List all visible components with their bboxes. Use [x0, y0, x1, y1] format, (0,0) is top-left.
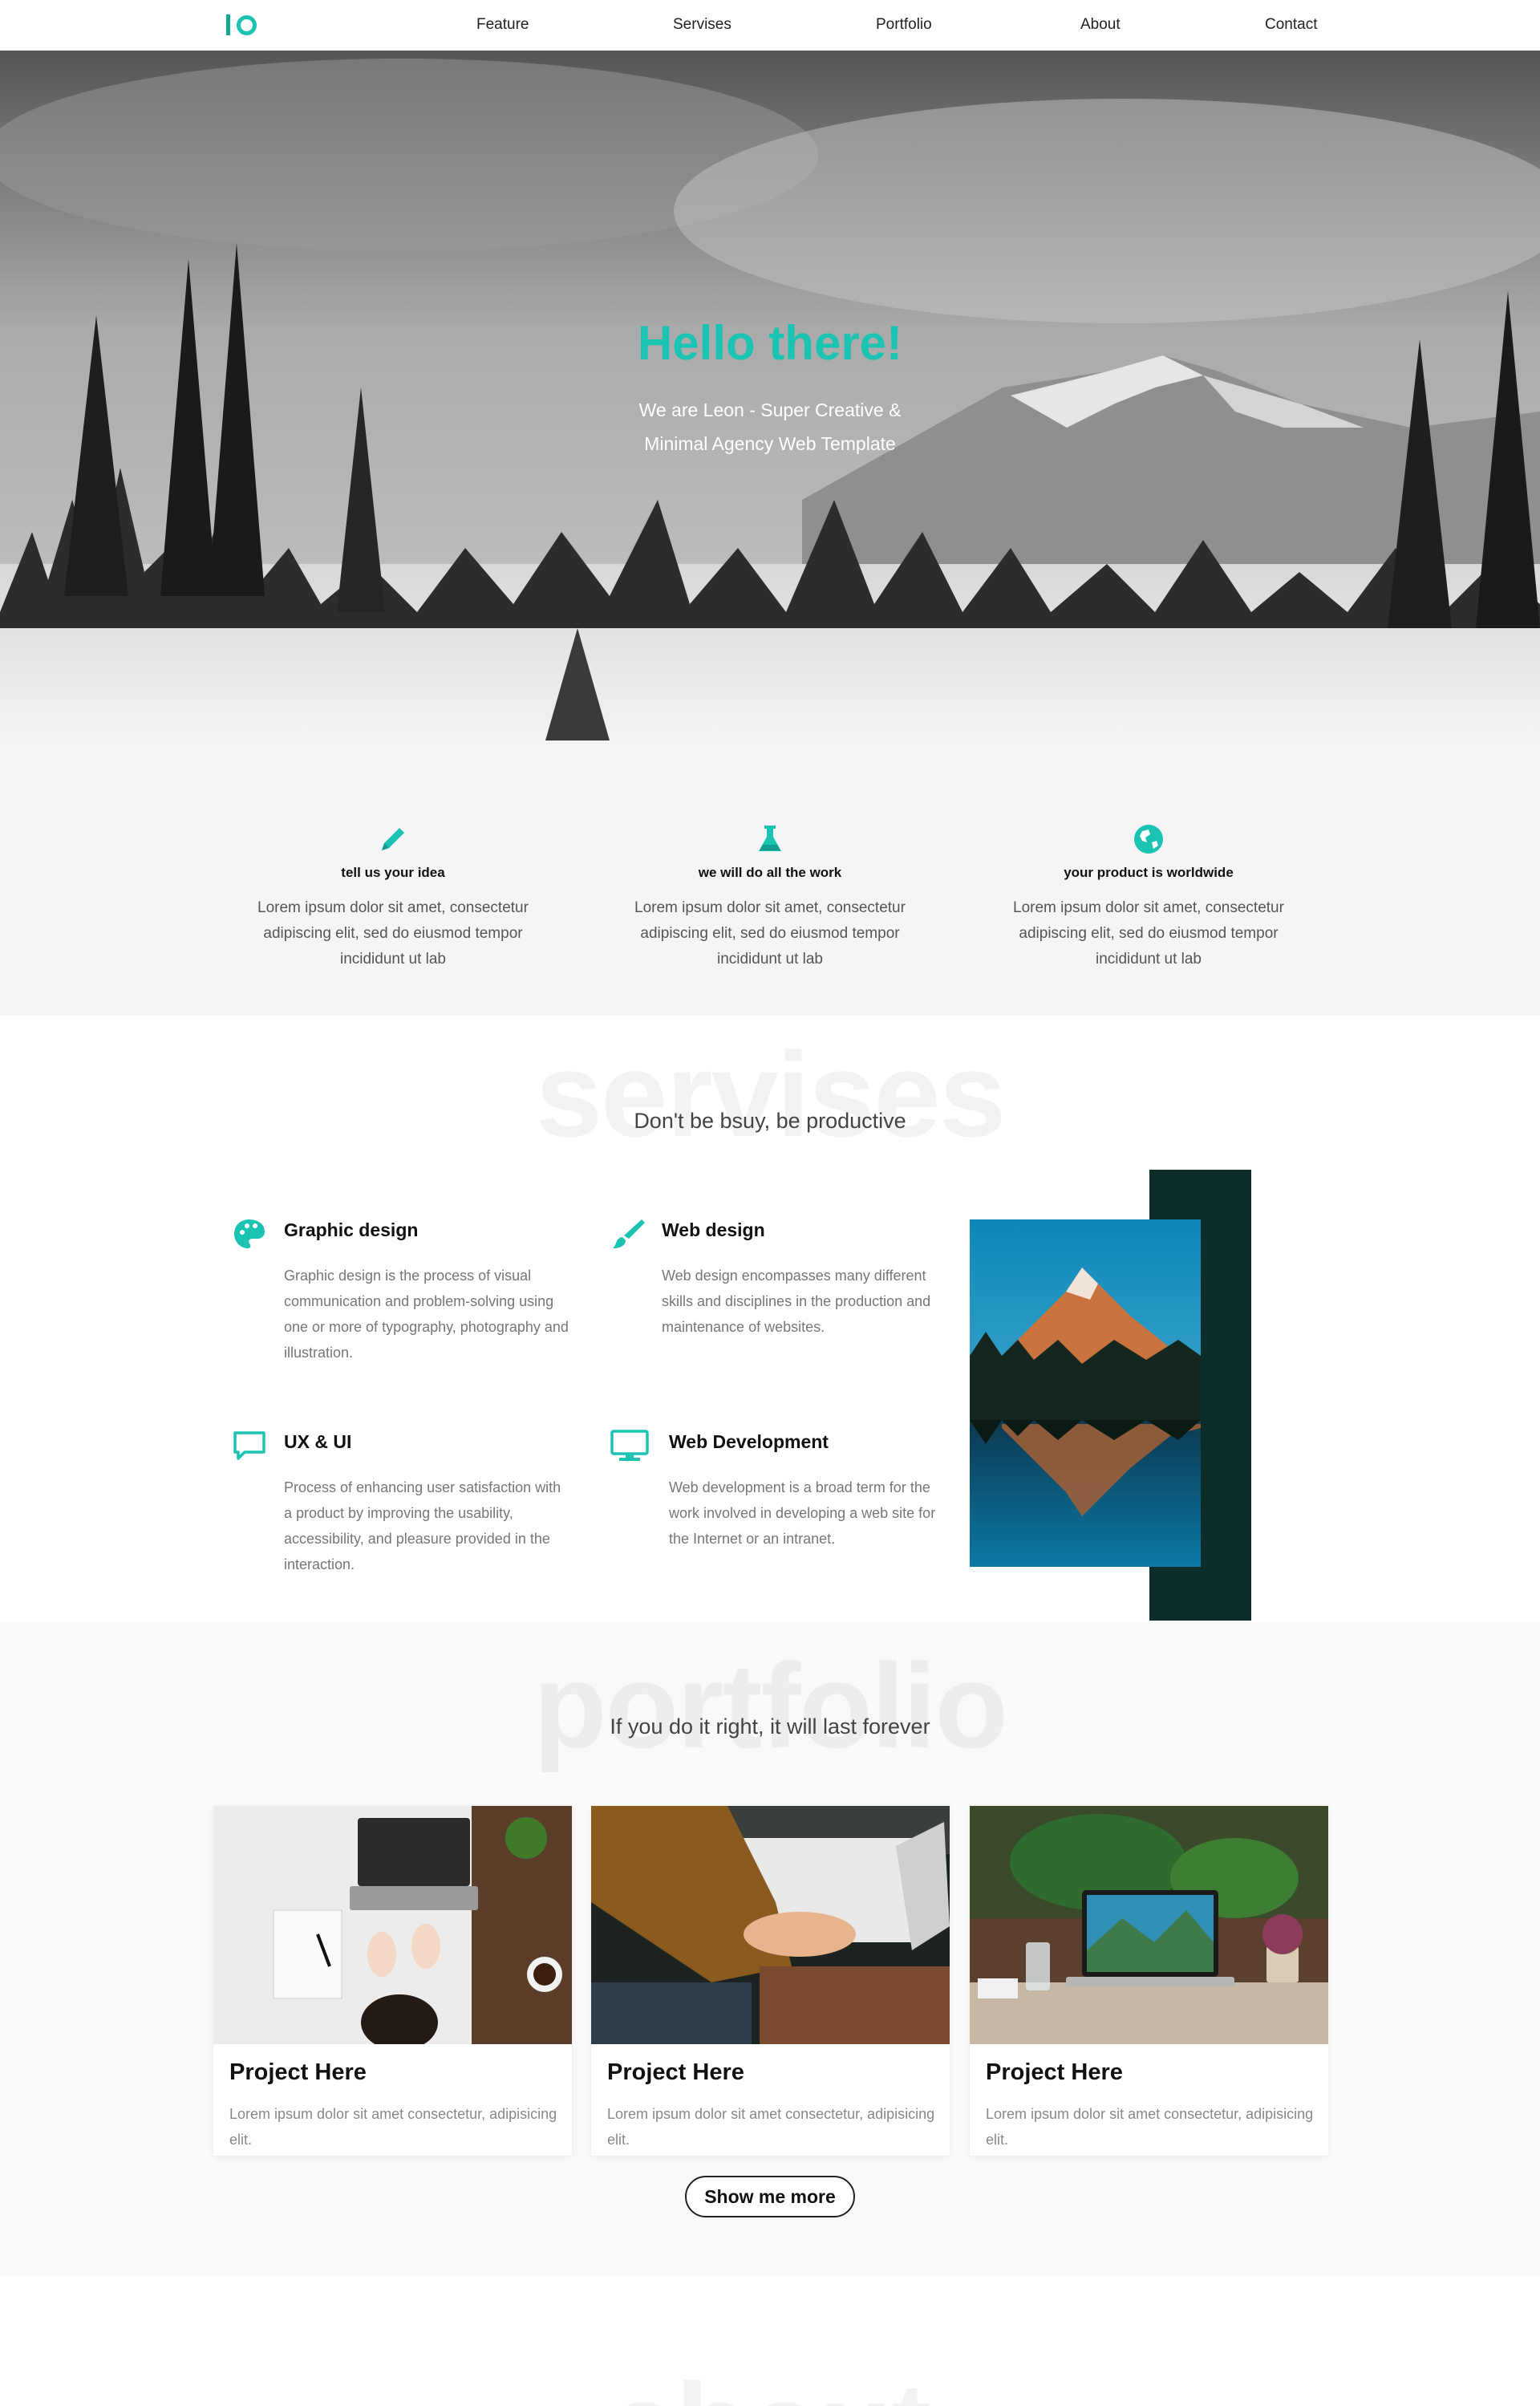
service-text: Process of enhancing user satisfaction w…	[284, 1479, 561, 1572]
service-title: Graphic design	[284, 1219, 419, 1240]
project-title: Project Here	[229, 2059, 367, 2085]
service-text: Graphic design is the process of visual …	[284, 1268, 569, 1361]
project-text: Lorem ipsum dolor sit amet consectetur, …	[607, 2106, 935, 2148]
service-title: Web design	[662, 1219, 765, 1240]
nav-feature[interactable]: Feature	[476, 16, 529, 34]
services-section: servises Don't be bsuy, be productive Gr…	[0, 1016, 1540, 1622]
feature-text: Lorem ipsum dolor sit amet, consectetur …	[1013, 899, 1284, 968]
palette-icon	[232, 1216, 267, 1256]
nav-portfolio[interactable]: Portfolio	[876, 16, 932, 34]
service-text: Web design encompasses many different sk…	[662, 1268, 931, 1335]
about-section: about	[0, 2276, 1540, 2406]
hero-section: Hello there! We are Leon - Super Creativ…	[0, 51, 1540, 745]
chat-icon	[232, 1428, 267, 1467]
project-card[interactable]: Project Here Lorem ipsum dolor sit amet …	[591, 1806, 950, 2156]
portfolio-subtitle: If you do it right, it will last forever	[610, 1714, 930, 1739]
pencil-icon	[257, 822, 529, 857]
feature-worldwide: your product is worldwide Lorem ipsum do…	[1012, 822, 1285, 972]
mountain-lake-image	[970, 1219, 1201, 1567]
nav-servises[interactable]: Servises	[673, 16, 732, 34]
project-image	[970, 1806, 1328, 2044]
project-text: Lorem ipsum dolor sit amet consectetur, …	[986, 2106, 1314, 2148]
feature-title: we will do all the work	[698, 865, 842, 880]
portfolio-ghost-heading: portfolio	[533, 1638, 1008, 1773]
feature-work: we will do all the work Lorem ipsum dolo…	[634, 822, 906, 972]
top-navbar: Feature Servises Portfolio About Contact	[0, 0, 1540, 51]
brush-icon	[610, 1216, 645, 1256]
feature-title: tell us your idea	[341, 865, 445, 880]
project-image	[213, 1806, 572, 2044]
service-web-design: Web design Web design encompasses many d…	[610, 1216, 930, 1377]
features-section: tell us your idea Lorem ipsum dolor sit …	[0, 745, 1540, 1016]
services-ghost-heading: servises	[535, 1027, 1007, 1162]
feature-title: your product is worldwide	[1064, 865, 1234, 880]
nav-about[interactable]: About	[1080, 16, 1121, 34]
project-card[interactable]: Project Here Lorem ipsum dolor sit amet …	[213, 1806, 572, 2156]
project-title: Project Here	[607, 2059, 744, 2085]
project-title: Project Here	[986, 2059, 1123, 2085]
project-image	[591, 1806, 950, 2044]
logo-ring	[237, 14, 257, 35]
flask-icon	[634, 822, 906, 857]
globe-icon	[1012, 822, 1285, 857]
logo-bar	[226, 14, 230, 35]
feature-text: Lorem ipsum dolor sit amet, consectetur …	[257, 899, 529, 968]
service-text: Web development is a broad term for the …	[669, 1479, 936, 1547]
services-subtitle: Don't be bsuy, be productive	[634, 1109, 906, 1133]
service-title: Web Development	[669, 1431, 829, 1452]
show-more-button[interactable]: Show me more	[685, 2176, 855, 2217]
about-ghost-heading: about	[0, 2356, 1540, 2406]
service-ux-ui: UX & UI Process of enhancing user satisf…	[232, 1428, 561, 1588]
portfolio-section: portfolio If you do it right, it will la…	[0, 1622, 1540, 2276]
nav-contact[interactable]: Contact	[1265, 16, 1317, 34]
feature-text: Lorem ipsum dolor sit amet, consectetur …	[634, 899, 906, 968]
service-title: UX & UI	[284, 1431, 352, 1452]
logo[interactable]	[226, 13, 257, 37]
hero-title: Hello there!	[637, 316, 903, 370]
monitor-icon	[610, 1428, 650, 1467]
project-card[interactable]: Project Here Lorem ipsum dolor sit amet …	[970, 1806, 1328, 2156]
project-text: Lorem ipsum dolor sit amet consectetur, …	[229, 2106, 557, 2148]
service-web-development: Web Development Web development is a bro…	[610, 1428, 935, 1588]
hero-subtitle: We are Leon - Super Creative & Minimal A…	[638, 400, 902, 454]
feature-idea: tell us your idea Lorem ipsum dolor sit …	[257, 822, 529, 972]
service-graphic-design: Graphic design Graphic design is the pro…	[232, 1216, 569, 1377]
